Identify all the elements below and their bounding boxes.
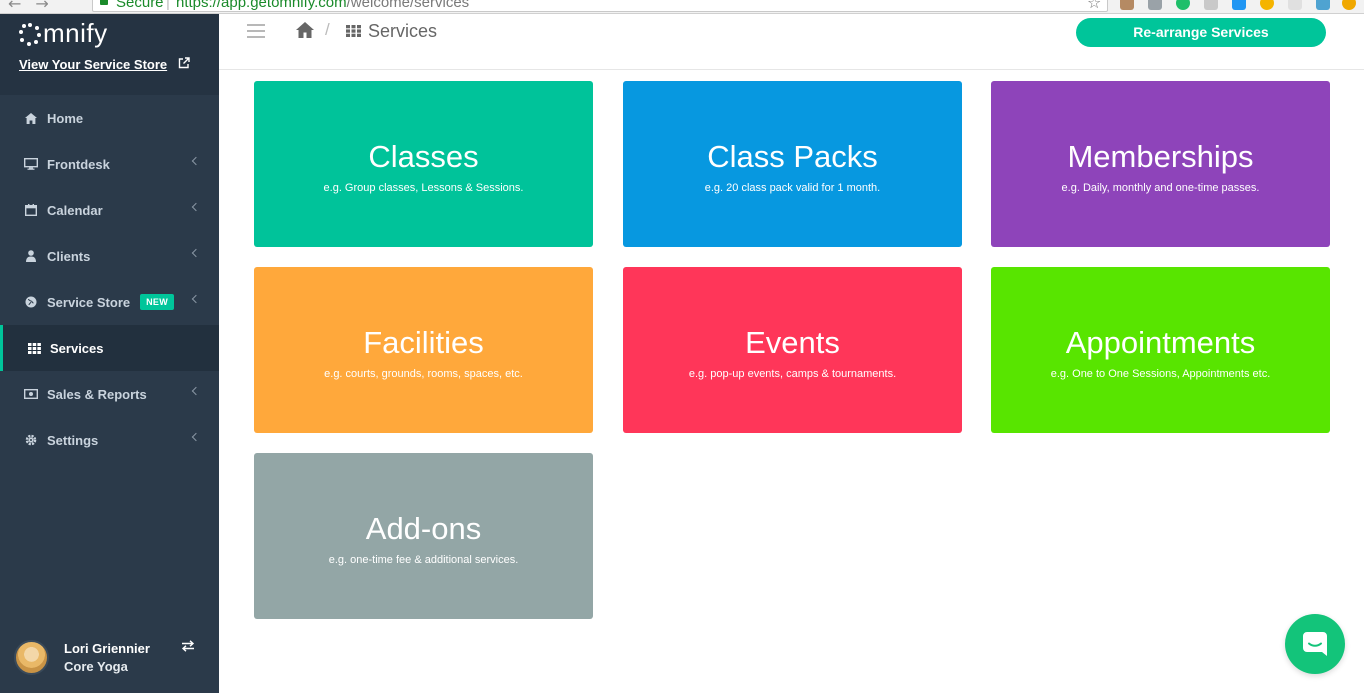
sidebar-item-clients[interactable]: Clients bbox=[0, 233, 219, 279]
chevron-left-icon bbox=[191, 432, 201, 442]
chevron-left-icon bbox=[191, 156, 201, 166]
card-title: Appointments bbox=[1065, 325, 1256, 360]
extension-icon[interactable] bbox=[1260, 0, 1274, 10]
service-card-add-ons[interactable]: Add-ons e.g. one-time fee & additional s… bbox=[254, 453, 593, 619]
sidebar-item-home[interactable]: Home bbox=[0, 95, 219, 141]
sidebar: mnify View Your Service Store Home Front… bbox=[0, 14, 219, 693]
extension-icon[interactable] bbox=[1342, 0, 1356, 10]
breadcrumb-grid-icon bbox=[346, 25, 361, 37]
extension-icon[interactable] bbox=[1148, 0, 1162, 10]
view-service-store-link[interactable]: View Your Service Store bbox=[19, 57, 167, 72]
external-link-icon[interactable] bbox=[178, 57, 190, 69]
top-bar: / Services Re-arrange Services bbox=[219, 14, 1364, 70]
sidebar-item-label: Sales & Reports bbox=[47, 386, 147, 402]
avatar[interactable] bbox=[14, 640, 49, 675]
user-name: Lori Griennier bbox=[64, 641, 150, 656]
sidebar-item-label: Clients bbox=[47, 248, 91, 264]
calendar-icon bbox=[24, 203, 38, 217]
logo-text: mnify bbox=[43, 18, 108, 48]
chevron-left-icon bbox=[191, 386, 201, 396]
sidebar-item-sales-reports[interactable]: Sales & Reports bbox=[0, 371, 219, 417]
service-card-facilities[interactable]: Facilities e.g. courts, grounds, rooms, … bbox=[254, 267, 593, 433]
card-title: Classes bbox=[368, 139, 479, 174]
card-subtitle: e.g. courts, grounds, rooms, spaces, etc… bbox=[324, 368, 523, 380]
extension-icon[interactable] bbox=[1232, 0, 1246, 10]
sidebar-header: mnify View Your Service Store bbox=[0, 14, 219, 95]
bookmark-star-icon[interactable]: ☆ bbox=[1087, 0, 1101, 12]
service-card-class-packs[interactable]: Class Packs e.g. 20 class pack valid for… bbox=[623, 81, 962, 247]
switch-account-icon[interactable] bbox=[181, 640, 195, 652]
back-icon[interactable]: ← bbox=[8, 0, 21, 13]
sidebar-item-label: Frontdesk bbox=[47, 156, 110, 172]
card-subtitle: e.g. One to One Sessions, Appointments e… bbox=[1050, 368, 1271, 380]
chat-icon bbox=[1303, 632, 1327, 656]
sidebar-item-label: Calendar bbox=[47, 202, 103, 218]
extension-icon[interactable] bbox=[1316, 0, 1330, 10]
sidebar-item-frontdesk[interactable]: Frontdesk bbox=[0, 141, 219, 187]
extension-icon[interactable] bbox=[1288, 0, 1302, 10]
url-separator: | bbox=[166, 0, 170, 11]
sidebar-item-label: Home bbox=[47, 110, 84, 126]
card-subtitle: e.g. one-time fee & additional services. bbox=[328, 554, 519, 566]
breadcrumb-current: Services bbox=[368, 21, 438, 41]
lock-icon bbox=[100, 0, 108, 5]
card-subtitle: e.g. pop-up events, camps & tournaments. bbox=[688, 368, 897, 380]
breadcrumb-separator: / bbox=[325, 20, 330, 39]
browser-chrome: ← → Secure | https://app.getomnify.com/we… bbox=[0, 0, 1364, 14]
grid-icon bbox=[27, 341, 41, 355]
sidebar-item-label: Settings bbox=[47, 432, 99, 448]
sidebar-item-label: Services bbox=[50, 340, 104, 356]
service-card-appointments[interactable]: Appointments e.g. One to One Sessions, A… bbox=[991, 267, 1330, 433]
forward-icon[interactable]: → bbox=[35, 0, 48, 13]
new-badge: NEW bbox=[140, 294, 175, 310]
card-title: Add-ons bbox=[365, 511, 482, 546]
extension-icon[interactable] bbox=[1204, 0, 1218, 10]
card-subtitle: e.g. 20 class pack valid for 1 month. bbox=[704, 182, 881, 194]
hamburger-menu-icon[interactable] bbox=[247, 24, 265, 38]
user-icon bbox=[24, 249, 38, 263]
sidebar-item-settings[interactable]: Settings bbox=[0, 417, 219, 463]
money-icon bbox=[24, 387, 38, 401]
url-path: /welcome/services bbox=[346, 0, 470, 11]
secure-label: Secure bbox=[116, 0, 164, 11]
card-subtitle: e.g. Daily, monthly and one-time passes. bbox=[1061, 182, 1260, 194]
omnify-logo[interactable]: mnify bbox=[19, 18, 108, 49]
service-card-events[interactable]: Events e.g. pop-up events, camps & tourn… bbox=[623, 267, 962, 433]
logo-mark-icon bbox=[19, 23, 41, 46]
rearrange-services-button[interactable]: Re-arrange Services bbox=[1076, 18, 1326, 47]
service-card-classes[interactable]: Classes e.g. Group classes, Lessons & Se… bbox=[254, 81, 593, 247]
breadcrumb-home-icon[interactable] bbox=[295, 21, 315, 39]
user-org: Core Yoga bbox=[64, 659, 128, 674]
service-card-memberships[interactable]: Memberships e.g. Daily, monthly and one-… bbox=[991, 81, 1330, 247]
extension-icon[interactable] bbox=[1176, 0, 1190, 10]
monitor-icon bbox=[24, 157, 38, 171]
home-icon bbox=[24, 111, 38, 125]
user-profile[interactable]: Lori Griennier Core Yoga bbox=[0, 626, 219, 693]
chevron-left-icon bbox=[191, 202, 201, 212]
browser-nav: ← → bbox=[8, 0, 63, 13]
card-title: Class Packs bbox=[707, 139, 878, 174]
url-text[interactable]: https://app.getomnify.com/welcome/servic… bbox=[176, 0, 469, 11]
sidebar-item-services[interactable]: Services bbox=[0, 325, 219, 371]
card-title: Memberships bbox=[1067, 139, 1254, 174]
url-host: https://app.getomnify.com bbox=[176, 0, 347, 11]
card-subtitle: e.g. Group classes, Lessons & Sessions. bbox=[323, 182, 524, 194]
chevron-left-icon bbox=[191, 294, 201, 304]
globe-icon bbox=[24, 295, 38, 309]
sidebar-item-calendar[interactable]: Calendar bbox=[0, 187, 219, 233]
gear-icon bbox=[24, 433, 38, 447]
sidebar-menu: Home Frontdesk Calendar Clients Service … bbox=[0, 95, 219, 463]
chevron-left-icon bbox=[191, 248, 201, 258]
chat-widget-button[interactable] bbox=[1285, 614, 1345, 674]
extension-icon[interactable] bbox=[1120, 0, 1134, 10]
sidebar-item-label: Service Store bbox=[47, 294, 131, 310]
card-title: Facilities bbox=[363, 325, 484, 360]
sidebar-item-service-store[interactable]: Service Store NEW bbox=[0, 279, 219, 325]
card-title: Events bbox=[745, 325, 840, 360]
